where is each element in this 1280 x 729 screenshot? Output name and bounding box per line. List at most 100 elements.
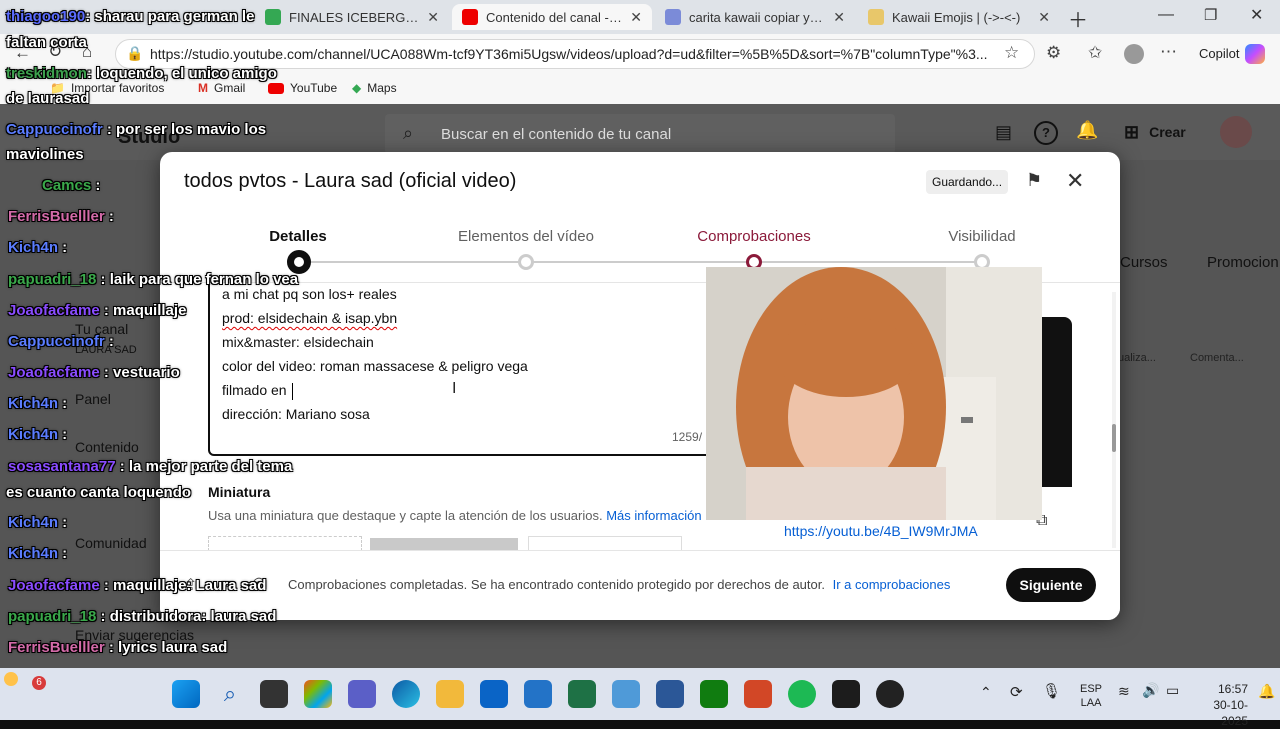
sidebar-item-contenido[interactable]: Contenido [75,439,139,455]
taskview-icon[interactable] [260,680,288,708]
chat-text: : loquendo, el unico amigo [86,65,277,82]
sync-icon[interactable]: ⟳ [1010,683,1023,701]
chevron-up-icon[interactable]: ⌃ [980,684,992,701]
more-icon[interactable]: ⋯ [1160,42,1177,62]
description-field[interactable]: a mi chat pq son los+ reales prod: elsid… [208,282,748,456]
help-icon[interactable]: ? [1034,121,1058,145]
tab-promocion[interactable]: Promocion [1207,254,1279,271]
tab-cursos[interactable]: Cursos [1120,254,1168,271]
thumbnail-option[interactable] [370,538,518,550]
restore-button[interactable]: ❐ [1204,6,1217,24]
tab-kawaii-emojis[interactable]: Kawaii Emojis | (->-<-) ✕ [858,4,1060,30]
scrollbar[interactable] [1112,292,1116,548]
chat-username: Kich4n [8,545,59,562]
step-comprobaciones[interactable]: Comprobaciones [664,228,844,245]
scrollbar-thumb[interactable] [1112,424,1116,452]
spotify-icon[interactable] [788,680,816,708]
weather-icon[interactable] [4,672,18,686]
comments-icon[interactable]: ▤ [995,122,1012,143]
step-elementos[interactable]: Elementos del vídeo [436,228,616,245]
char-counter: 1259/ [672,430,703,444]
chat-message: thiagoo190: sharau para german le [6,8,254,25]
start-icon[interactable] [172,680,200,708]
thumbnail-option[interactable] [528,536,682,551]
studio-search-input[interactable]: ⌕ Buscar en el contenido de tu canal [385,114,895,154]
explorer-icon[interactable] [436,680,464,708]
search-icon: ⌕ [403,123,414,143]
text-cursor-icon: I [452,380,457,397]
close-dialog-button[interactable]: ✕ [1066,168,1084,194]
feedback-icon[interactable]: ⚑ [1026,170,1042,191]
profile-avatar[interactable] [1124,44,1144,64]
description-line: prod: elsidechain & isap.ybn [222,310,398,326]
chat-message: papuadri_18 : laik para que fernan lo ve… [8,271,298,288]
chat-message: Kich4n : [8,514,67,531]
sidebar-item-comunidad[interactable]: Comunidad [75,535,147,551]
new-tab-button[interactable]: ＋ [1068,4,1088,33]
word-icon[interactable] [656,680,684,708]
step-detalles[interactable]: Detalles [208,228,388,245]
chat-message: Joaofacfame : maquillaje [8,302,186,319]
chat-text: : [58,514,68,531]
close-icon[interactable]: ✕ [630,9,642,26]
go-to-checks-link[interactable]: Ir a comprobaciones [833,577,951,592]
app-icon[interactable] [612,680,640,708]
chat-text: : la mejor parte del tema [115,458,293,475]
chat-username: Kich4n [8,239,59,256]
close-icon[interactable]: ✕ [1038,9,1050,26]
capcut-icon[interactable] [832,680,860,708]
close-icon[interactable]: ✕ [427,9,439,26]
copilot-icon[interactable] [304,680,332,708]
window-close-button[interactable]: ✕ [1250,5,1263,25]
fav-gmail[interactable]: M Gmail [198,81,245,95]
chat-username: papuadri_18 [8,271,97,288]
footer-status: Comprobaciones completadas. Se ha encont… [288,577,951,592]
step-dot-elementos [518,254,534,270]
chat-text: : maquillaje [99,302,187,319]
tab-carita-kawaii[interactable]: carita kawaii copiar y pega ✕ [655,4,855,30]
maps-icon: ◆ [352,81,362,95]
chat-username: Cappuccinofr [8,333,105,350]
volume-icon[interactable]: 🔊 [1142,682,1159,699]
clock[interactable]: 16:57 30-10-2025 [1188,681,1248,729]
next-button[interactable]: Siguiente [1006,568,1096,602]
copilot-label[interactable]: Copilot [1199,46,1239,61]
mic-icon[interactable]: 🎙 [1042,682,1061,700]
saving-badge: Guardando... [926,170,1009,194]
star-icon[interactable]: ☆ [1004,43,1019,63]
minimize-button[interactable]: — [1158,6,1174,24]
favorites-icon[interactable]: ✩ [1088,43,1102,63]
create-button[interactable]: ⊞ Crear [1124,116,1186,148]
gmail-icon: M [198,81,208,95]
edge-icon[interactable] [392,680,420,708]
chat-message: Kich4n : [8,395,67,412]
more-info-link[interactable]: Más información [606,508,701,523]
excel-icon[interactable] [568,680,596,708]
player-icon[interactable] [876,680,904,708]
close-icon[interactable]: ✕ [833,9,845,26]
copilot-icon[interactable] [1245,44,1265,64]
wifi-icon[interactable]: ≋ [1118,683,1130,700]
thumbnail-upload-slot[interactable] [208,536,362,551]
sidebar-item-panel[interactable]: Panel [75,391,111,407]
account-avatar[interactable] [1220,116,1252,148]
powerpoint-icon[interactable] [744,680,772,708]
search-icon[interactable]: ⌕ [216,680,244,708]
notifications-icon[interactable]: 🔔 [1076,120,1098,141]
fav-youtube[interactable]: YouTube [268,81,337,95]
chat-text: : [91,177,101,194]
extensions-icon[interactable]: ⚙ [1046,43,1061,63]
teams-icon[interactable] [348,680,376,708]
language-indicator[interactable]: ESP LAA [1080,682,1102,710]
battery-icon[interactable]: ▭ [1166,682,1179,699]
video-link[interactable]: https://youtu.be/4B_IW9MrJMA [784,523,978,539]
fav-maps[interactable]: ◆ Maps [352,81,397,95]
create-icon: ⊞ [1124,121,1140,142]
mail-icon[interactable] [524,680,552,708]
bell-icon[interactable]: 🔔 [1258,683,1275,700]
tab-contenido-canal[interactable]: Contenido del canal - YouT ✕ [452,4,652,30]
store-icon[interactable] [480,680,508,708]
chat-message: Cappuccinofr : [8,333,114,350]
xbox-icon[interactable] [700,680,728,708]
tab-finales-iceberg[interactable]: FINALES ICEBERG - Google ✕ [255,4,449,30]
